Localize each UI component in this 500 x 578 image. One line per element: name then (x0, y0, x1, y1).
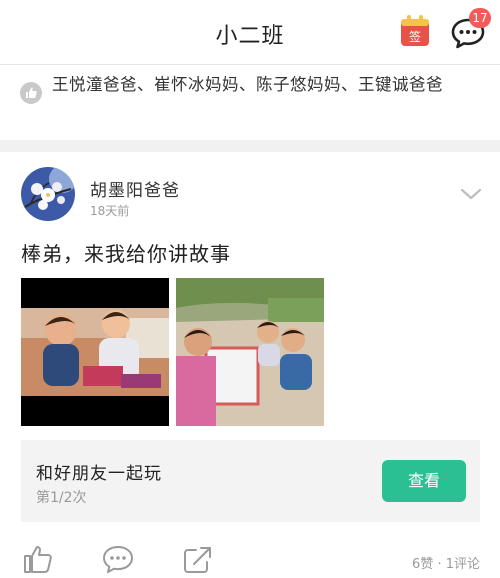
post-text: 棒弟，来我给你讲故事 (21, 242, 231, 266)
messages-button[interactable]: 17 (451, 8, 491, 50)
likes-bar: 王悦潼爸爸、崔怀冰妈妈、陈子悠妈妈、王键诚爸爸 (0, 65, 500, 140)
author-name[interactable]: 胡墨阳爸爸 (90, 176, 180, 201)
section-divider (0, 140, 500, 152)
thumbs-up-outline-icon (24, 546, 52, 573)
activity-card[interactable]: 和好朋友一起玩 第1/2次 查看 (21, 440, 480, 522)
likes-list[interactable]: 王悦潼爸爸、崔怀冰妈妈、陈子悠妈妈、王键诚爸爸 (52, 73, 484, 97)
chevron-down-icon[interactable] (460, 186, 482, 200)
share-button[interactable] (182, 544, 214, 578)
top-bar: 小二班 签 17 (0, 0, 500, 65)
activity-progress: 第1/2次 (36, 490, 87, 506)
sign-in-label: 签 (409, 29, 421, 44)
sign-in-icon[interactable]: 签 (400, 14, 430, 48)
view-button[interactable]: 查看 (382, 460, 466, 502)
comment-button[interactable] (101, 544, 135, 578)
thumbs-up-icon (20, 82, 42, 104)
comment-icon (103, 546, 133, 573)
share-icon (184, 547, 211, 573)
post-timestamp: 18天前 (90, 204, 130, 218)
activity-title: 和好朋友一起玩 (36, 464, 162, 484)
like-button[interactable] (22, 544, 54, 578)
post-photo-2[interactable] (176, 278, 324, 426)
author-avatar[interactable] (21, 167, 75, 221)
message-count-badge: 17 (469, 8, 491, 28)
post-stats: 6赞 · 1评论 (412, 557, 480, 572)
post-photo-1[interactable] (21, 278, 169, 426)
